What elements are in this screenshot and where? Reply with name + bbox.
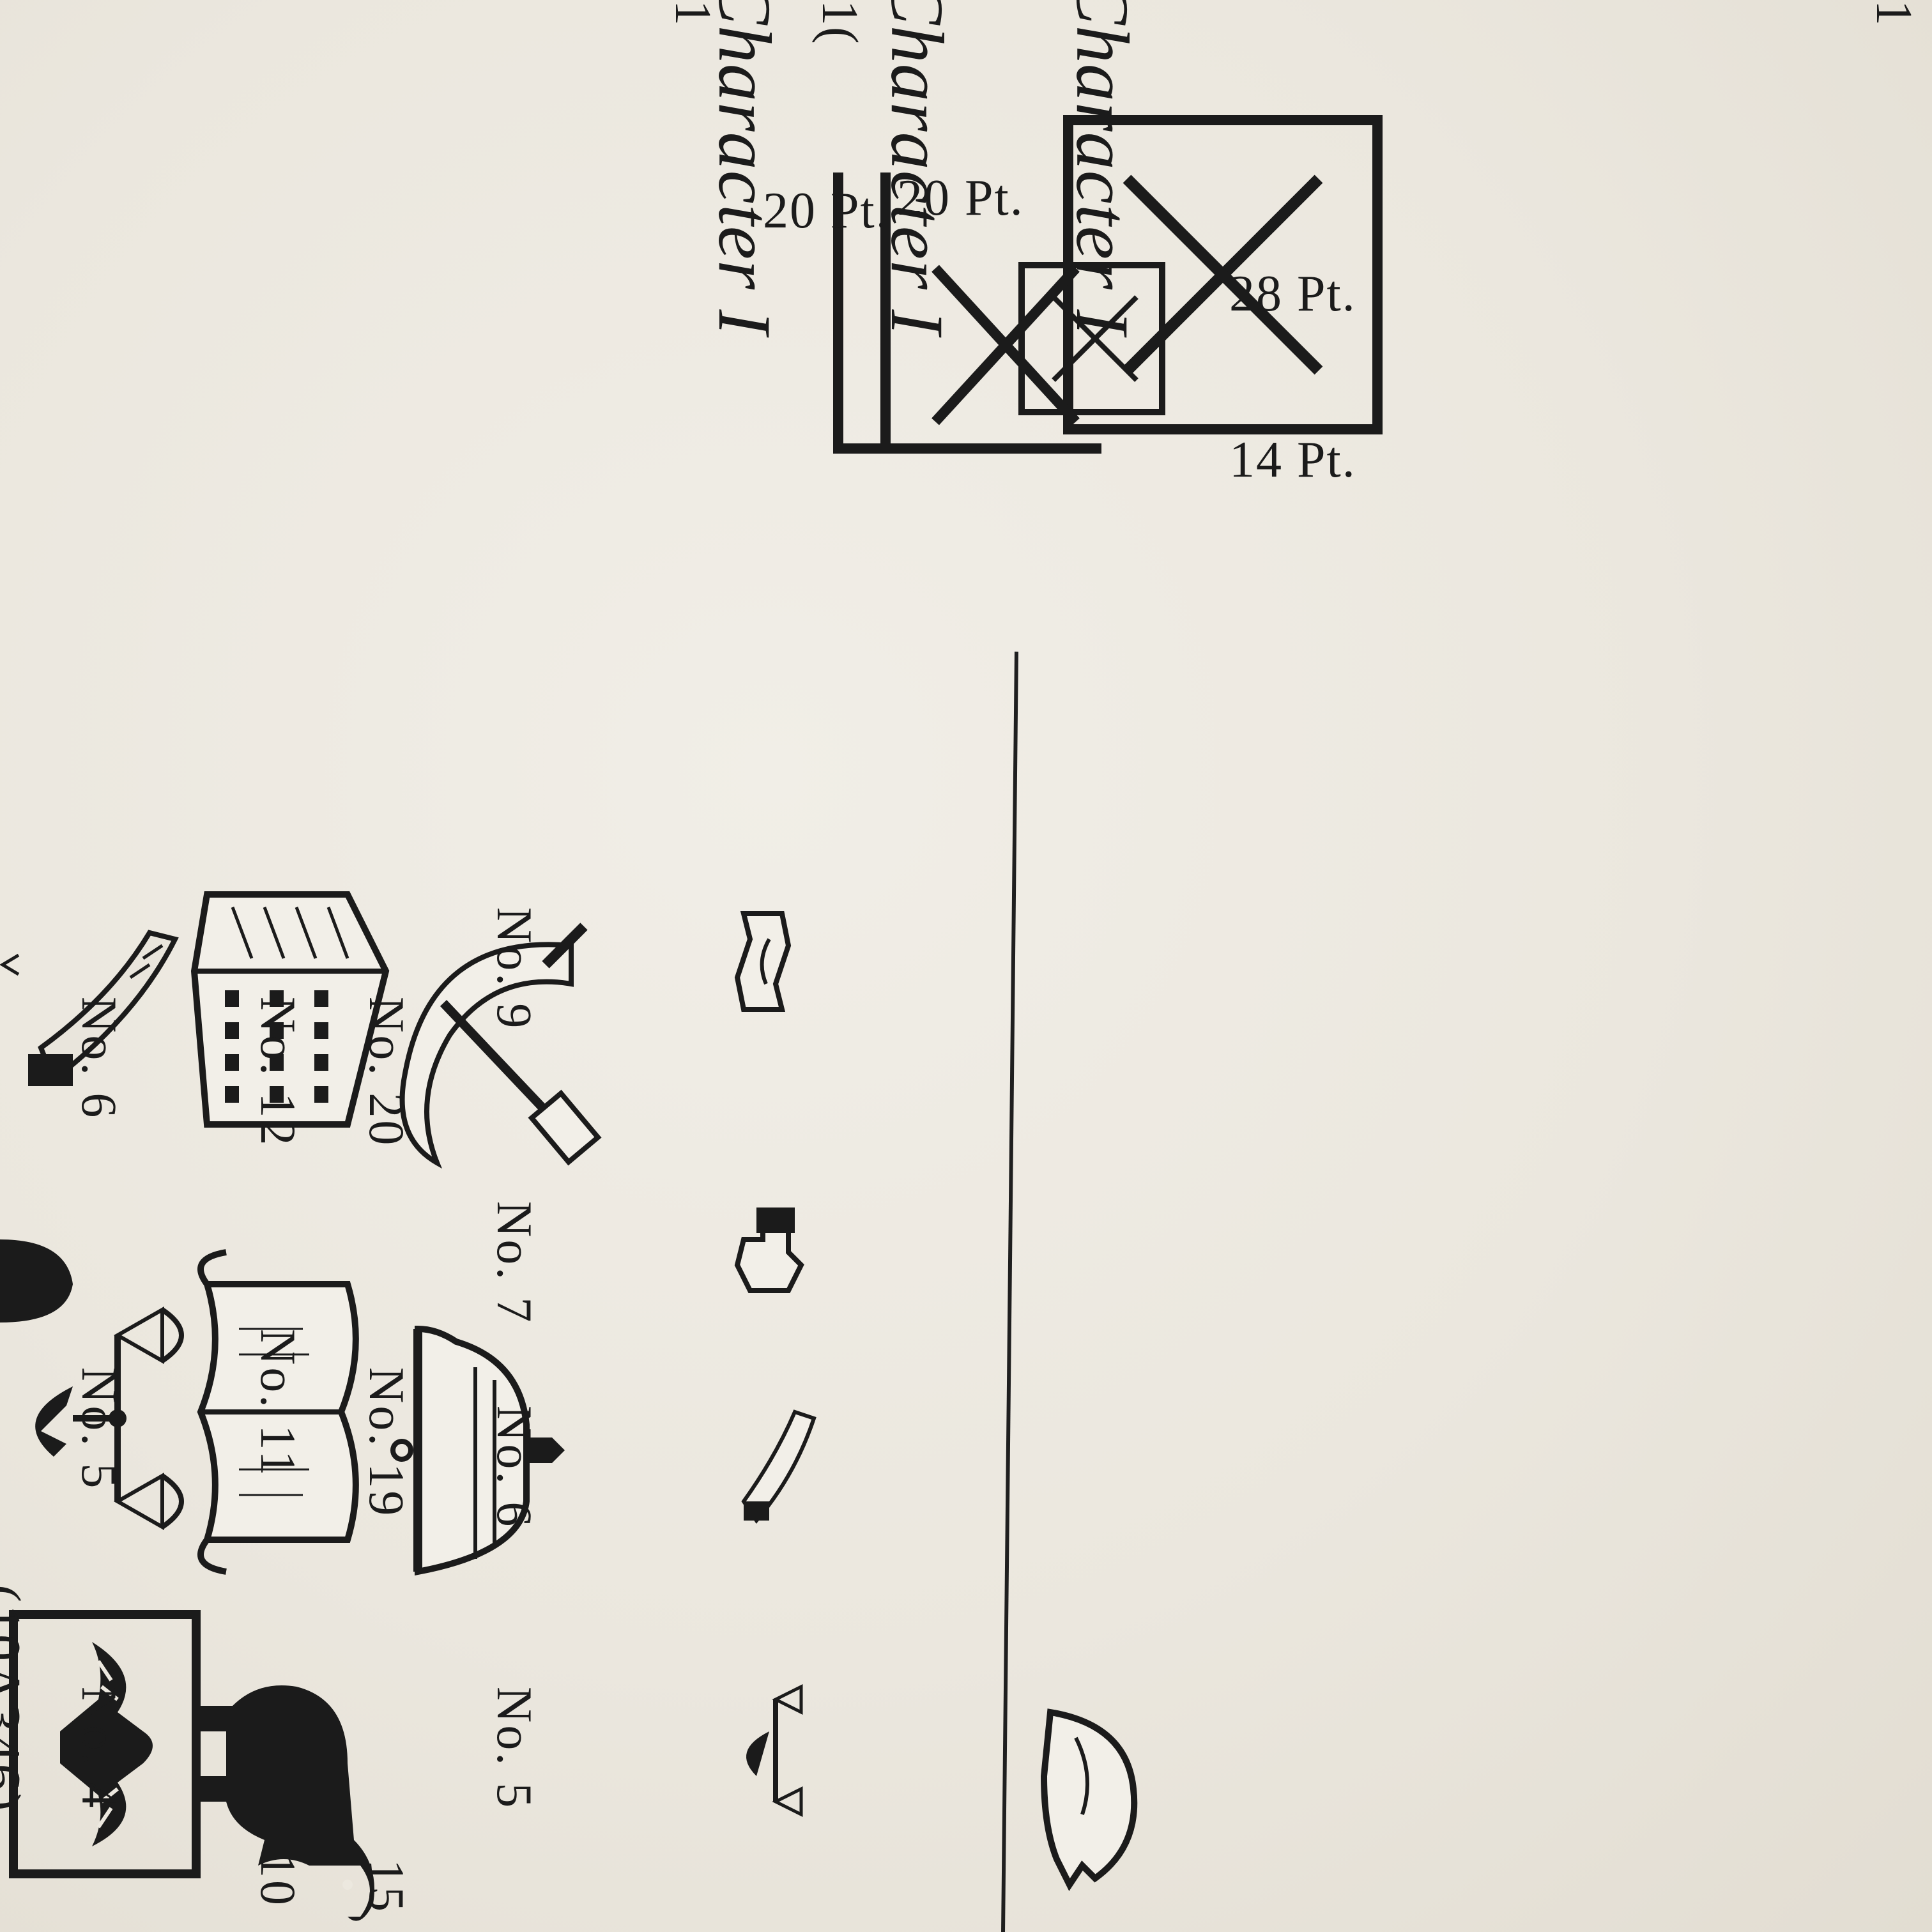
label-no-11: No. 11 (250, 1329, 306, 1478)
label-no-4: No. 4 (72, 1687, 127, 1811)
label-no-12: No. 12 (250, 997, 306, 1148)
small-horn-icon (741, 1409, 816, 1524)
photographed-page: No. 4 No. 5 No. 6 10 No. 11 No. 12 15 No… (0, 0, 1932, 1932)
label-small-no-6: No. 6 (487, 1406, 542, 1529)
partial-bull-icon (0, 1239, 73, 1322)
label-no-20: No. 20 (359, 997, 415, 1148)
label-no-6: No. 6 (72, 997, 127, 1121)
size-fragment-3: 1 (664, 0, 721, 27)
size-14pt: 14 Pt. (1229, 432, 1356, 488)
rotated-page-content: No. 4 No. 5 No. 6 10 No. 11 No. 12 15 No… (0, 0, 1932, 1932)
rooster-icon (1040, 1708, 1138, 1891)
partial-tick-icon (0, 953, 20, 976)
liberty-bell-icon (390, 1325, 565, 1576)
fist-icon (734, 1208, 804, 1293)
label-small-no-7: No. 7 (487, 1201, 542, 1325)
label-10: 10 (250, 1853, 306, 1908)
underline-bar (880, 172, 891, 454)
label-no-19: No. 19 (359, 1367, 415, 1519)
size-20pt-b: 20 Pt. (763, 183, 890, 239)
column-divider (1000, 651, 1018, 1932)
size-fragment-2: 1( (811, 0, 868, 45)
catalog-number-fragment: (10A346) (0, 1584, 31, 1814)
handshake-icon (734, 911, 792, 1012)
label-small-no-9: No. 9 (487, 907, 542, 1031)
x-mark-corner-icon (931, 264, 1080, 425)
small-scales-icon (746, 1683, 803, 1818)
label-no-5: No. 5 (72, 1367, 127, 1491)
label-small-no-5: No. 5 (487, 1687, 542, 1811)
size-fragment-1: 1 (1866, 0, 1922, 27)
character-heading-3: Character I (703, 0, 786, 335)
label-15: 15 (359, 1859, 415, 1914)
